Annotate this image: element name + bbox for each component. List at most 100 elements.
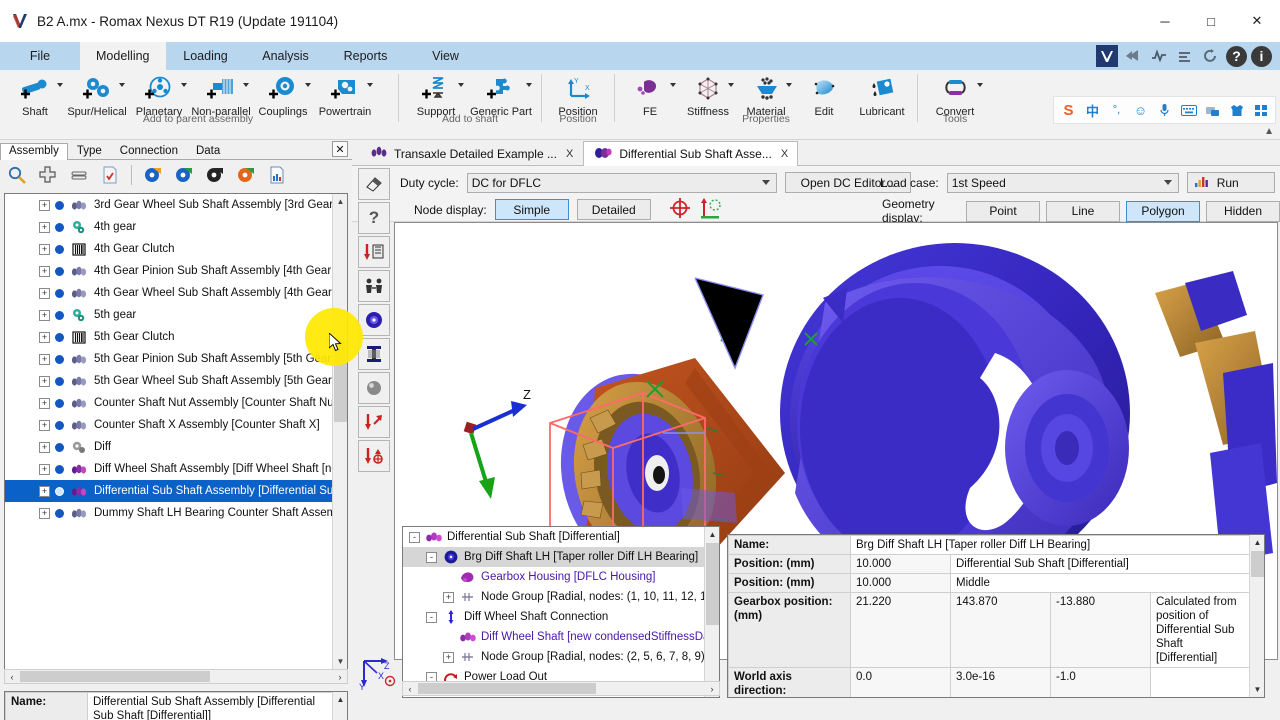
component-tree-horizontal-scrollbar[interactable]: ‹ › (402, 681, 720, 696)
left-tab-type[interactable]: Type (68, 143, 111, 159)
expand-icon[interactable]: + (39, 463, 50, 475)
left-tab-connection[interactable]: Connection (111, 143, 187, 159)
expand-icon[interactable]: + (39, 419, 50, 431)
load-case-select[interactable]: 1st Speed (946, 172, 1179, 193)
visibility-toggle-icon[interactable] (55, 398, 64, 408)
chevron-down-icon[interactable] (761, 179, 770, 185)
component-tree-item[interactable]: Gearbox Housing [DFLC Housing] (403, 567, 719, 587)
chevron-down-icon[interactable] (786, 83, 792, 87)
maximize-button[interactable]: □ (1188, 0, 1234, 42)
close-button[interactable]: ✕ (1234, 0, 1280, 42)
ribbon-tab-modelling[interactable]: Modelling (80, 42, 166, 70)
visibility-toggle-icon[interactable] (55, 420, 64, 430)
scroll-up-icon[interactable]: ▲ (1250, 535, 1264, 550)
scroll-left-icon[interactable]: ‹ (403, 682, 417, 695)
tree-item[interactable]: +4th Gear Clutch (5, 238, 333, 260)
expand-icon[interactable]: + (39, 441, 50, 453)
expand-icon[interactable]: + (39, 353, 50, 365)
visibility-toggle-icon[interactable] (55, 442, 64, 452)
left-tab-data[interactable]: Data (187, 143, 229, 159)
run-button[interactable]: Run (1186, 172, 1275, 193)
scroll-thumb[interactable] (1251, 551, 1264, 577)
visibility-toggle-active-icon[interactable] (55, 486, 64, 496)
sogou-logo-icon[interactable]: S (1060, 102, 1077, 119)
expand-icon[interactable]: - (426, 611, 437, 623)
scroll-right-icon[interactable]: › (333, 670, 347, 683)
visibility-toggle-icon[interactable] (55, 354, 64, 364)
component-tree[interactable]: - Differential Sub Shaft [Differential] - B… (402, 526, 720, 698)
collapse-icon[interactable] (66, 162, 92, 188)
import-blue-icon[interactable] (140, 162, 166, 188)
expand-icon[interactable]: + (443, 591, 454, 603)
chevron-down-icon[interactable] (305, 83, 311, 87)
expand-icon[interactable]: + (39, 309, 50, 321)
toolbox-icon[interactable] (1252, 102, 1269, 119)
tree-item[interactable]: +5th Gear Wheel Sub Shaft Assembly [5th … (5, 370, 333, 392)
tree-item[interactable]: +4th Gear Wheel Sub Shaft Assembly [4th … (5, 282, 333, 304)
tree-item[interactable]: + Counter Shaft Nut Assembly [Counter Sha… (5, 392, 333, 414)
document-tab-close-icon[interactable]: X (566, 148, 573, 160)
component-tree-item[interactable]: + Node Group [Radial, nodes: (2, 5, 6, 7,… (403, 647, 719, 667)
scroll-up-icon[interactable]: ▲ (705, 527, 719, 542)
scroll-right-icon[interactable]: › (705, 682, 719, 695)
chevron-down-icon[interactable] (526, 83, 532, 87)
eraser-icon[interactable] (358, 168, 390, 200)
component-tree-item[interactable]: Diff Wheel Shaft [new condensedStiffness… (403, 627, 719, 647)
component-tree-item[interactable]: - Diff Wheel Shaft Connection (403, 607, 719, 627)
romax-logo-icon[interactable] (1096, 45, 1118, 67)
expand-icon[interactable]: + (39, 199, 50, 211)
drop-list-icon[interactable] (358, 236, 390, 268)
add-icon[interactable] (35, 162, 61, 188)
ribbon-collapse-icon[interactable]: ▲ (1264, 126, 1274, 137)
visibility-toggle-icon[interactable] (55, 288, 64, 298)
waveform-icon[interactable] (1148, 45, 1170, 67)
chart-document-icon[interactable] (264, 162, 290, 188)
microphone-icon[interactable] (1156, 102, 1173, 119)
tree-item[interactable]: + Diff (5, 436, 333, 458)
document-tab-differential-sub-shaft[interactable]: Differential Sub Shaft Asse... X (583, 141, 799, 166)
list-icon[interactable] (1174, 45, 1196, 67)
geometry-point-button[interactable]: Point (966, 200, 1040, 222)
export-orange-icon[interactable] (233, 162, 259, 188)
skin-icon[interactable] (1228, 102, 1245, 119)
chevron-down-icon[interactable] (458, 83, 464, 87)
assembly-tree-horizontal-scrollbar[interactable]: ‹ › (4, 669, 348, 684)
target-crosshair-icon[interactable] (669, 197, 691, 222)
scroll-thumb[interactable] (334, 342, 347, 422)
beam-section-icon[interactable] (358, 338, 390, 370)
scroll-left-icon[interactable]: ‹ (5, 670, 19, 683)
left-panel-close-button[interactable]: ✕ (332, 141, 348, 157)
component-tree-item[interactable]: + Node Group [Radial, nodes: (1, 10, 11, … (403, 587, 719, 607)
visibility-toggle-icon[interactable] (55, 266, 64, 276)
scroll-up-icon[interactable]: ▲ (333, 194, 347, 209)
chevron-down-icon[interactable] (728, 83, 734, 87)
help-icon[interactable]: ? (1226, 45, 1247, 67)
geometry-polygon-button[interactable]: Polygon (1126, 200, 1200, 222)
geometry-line-button[interactable]: Line (1046, 200, 1120, 222)
expand-icon[interactable]: - (426, 551, 437, 563)
ribbon-tab-reports[interactable]: Reports (326, 42, 406, 70)
left-tab-assembly[interactable]: Assembly (0, 143, 68, 160)
scroll-up-icon[interactable]: ▲ (333, 692, 347, 707)
scroll-thumb-horizontal[interactable] (418, 683, 596, 694)
punctuation-icon[interactable]: °, (1108, 102, 1125, 119)
expand-icon[interactable]: + (39, 265, 50, 277)
geometry-hidden-button[interactable]: Hidden (1206, 200, 1280, 222)
chevron-down-icon[interactable] (367, 83, 373, 87)
tree-item[interactable]: +4th gear (5, 216, 333, 238)
expand-icon[interactable]: + (39, 485, 50, 497)
scroll-thumb-horizontal[interactable] (20, 671, 210, 682)
tree-item[interactable]: + Dummy Shaft LH Bearing Counter Shaft As… (5, 502, 333, 524)
chevron-down-icon[interactable] (670, 83, 676, 87)
visibility-toggle-icon[interactable] (55, 244, 64, 254)
screenshot-icon[interactable] (1204, 102, 1221, 119)
scroll-down-icon[interactable]: ▼ (1250, 682, 1264, 697)
minimize-button[interactable]: ─ (1142, 0, 1188, 42)
expand-icon[interactable]: + (443, 651, 454, 663)
emoji-icon[interactable]: ☺ (1132, 102, 1149, 119)
visibility-toggle-icon[interactable] (55, 464, 64, 474)
expand-icon[interactable]: - (409, 531, 420, 543)
node-display-detailed-button[interactable]: Detailed (576, 199, 651, 220)
visibility-toggle-icon[interactable] (55, 200, 64, 210)
chevron-down-icon[interactable] (181, 83, 187, 87)
